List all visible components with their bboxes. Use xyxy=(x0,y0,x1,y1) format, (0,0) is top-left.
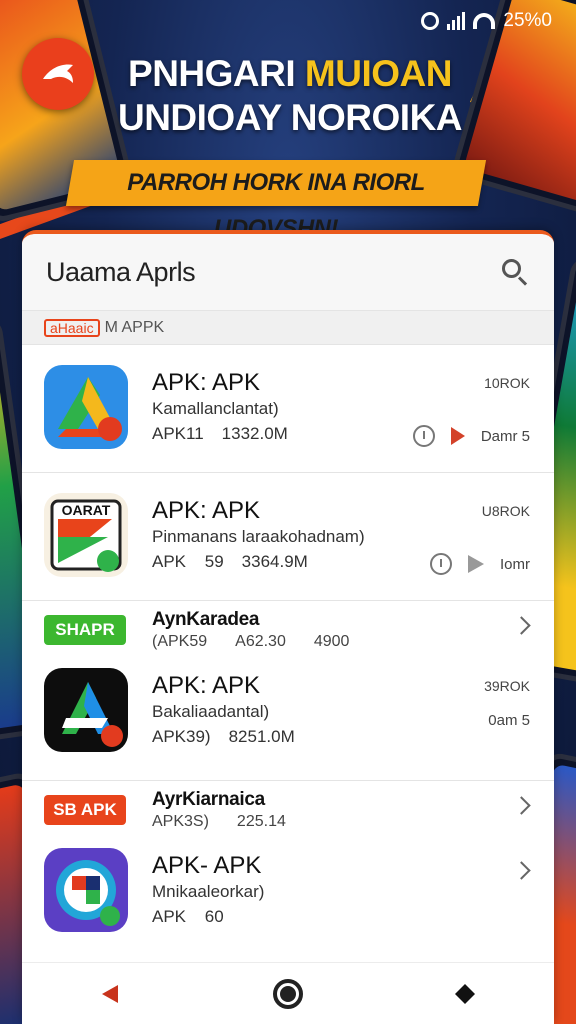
logo-icon xyxy=(22,38,94,110)
app-right-label: 10ROK xyxy=(484,375,530,391)
promo-headline: PNHGARI MUIOAN UNDIOAY NOROIKA xyxy=(110,52,470,140)
app-meta-label: APK11 xyxy=(152,424,204,443)
chevron-right-icon[interactable] xyxy=(512,861,531,880)
chevron-right-icon[interactable] xyxy=(512,616,531,635)
page-title: Uaama Aprls xyxy=(46,256,196,287)
app-icon xyxy=(44,668,128,752)
app-right-label: U8ROK xyxy=(481,503,530,519)
list-item[interactable]: APK: APK Kamallanclantat) APK11 1332.0M 1… xyxy=(22,344,554,472)
app-subtitle: Mnikaaleorkar) xyxy=(152,882,265,901)
app-meta-label: APK 59 xyxy=(152,552,224,571)
app-subtitle: Pinmanans laraakohadnam) xyxy=(152,527,365,546)
app-title: APK- APK xyxy=(152,852,262,879)
signal-icon xyxy=(447,12,466,30)
play-icon[interactable] xyxy=(450,427,465,445)
list-item[interactable]: APK- APK Mnikaaleorkar) APK 60 xyxy=(22,836,554,956)
app-meta: APK39) 8251.0M xyxy=(152,727,295,747)
app-meta-label: APK 60 xyxy=(152,907,224,926)
section-label: aHaaic M APPK xyxy=(22,310,554,344)
app-meta: APK 59 3364.9M xyxy=(152,552,308,572)
category-title: AyrKiarnaica xyxy=(152,789,265,810)
info-icon[interactable] xyxy=(430,553,452,575)
app-size: 3364.9M xyxy=(241,552,308,571)
svg-text:OARAT: OARAT xyxy=(62,502,111,518)
headline-line2: UNDIOAY NOROIKA xyxy=(117,97,463,138)
download-label[interactable]: 0am 5 xyxy=(488,712,530,729)
app-actions: Iomr xyxy=(430,553,530,575)
headline-word: PNHGARI xyxy=(128,53,296,94)
app-right-label: 39ROK xyxy=(484,678,530,694)
search-icon[interactable] xyxy=(500,257,530,287)
section-badge: aHaaic xyxy=(44,318,100,337)
bottom-navigation xyxy=(22,962,554,1024)
recent-icon[interactable] xyxy=(447,976,483,1012)
category-meta-b: A62.30 xyxy=(235,633,286,650)
download-label[interactable]: Iomr xyxy=(500,556,530,573)
category-meta-a: APK3S) xyxy=(152,813,209,830)
category-badge: SB APK xyxy=(44,795,126,825)
app-subtitle: Bakaliaadantal) xyxy=(152,702,270,721)
download-label[interactable]: Damr 5 xyxy=(481,428,530,445)
app-list-card: Uaama Aprls aHaaic M APPK APK: APK Kamal… xyxy=(22,230,554,1024)
battery-text: 25%0 xyxy=(503,10,552,31)
status-bar: 25%0 xyxy=(421,10,552,32)
list-item[interactable]: OARAT APK: APK Pinmanans laraakohadnam) … xyxy=(22,472,554,600)
app-icon xyxy=(44,848,128,932)
app-icon xyxy=(44,365,128,449)
promo-banner: PARROH HORK INA RIORL UDOVSHN! xyxy=(127,169,425,242)
chevron-right-icon[interactable] xyxy=(512,796,531,815)
category-meta-c: 4900 xyxy=(313,633,350,650)
app-meta: APK 60 xyxy=(152,907,224,927)
play-outline-icon[interactable] xyxy=(468,555,484,573)
home-icon[interactable] xyxy=(270,976,306,1012)
app-icon: OARAT xyxy=(44,493,128,577)
app-meta-label: APK39) xyxy=(152,727,211,746)
category-meta: APK3S) 225.14 xyxy=(152,813,286,831)
app-title: APK: APK xyxy=(152,369,261,396)
app-size: 1332.0M xyxy=(221,424,288,443)
settings-icon xyxy=(421,12,440,30)
card-header: Uaama Aprls xyxy=(22,234,554,310)
category-title: AynKaradea xyxy=(152,609,260,630)
app-actions: Damr 5 xyxy=(412,425,530,447)
app-subtitle: Kamallanclantat) xyxy=(152,399,279,418)
back-icon[interactable] xyxy=(93,976,129,1012)
category-meta-b: 225.14 xyxy=(236,813,286,830)
list-item[interactable]: APK: APK Bakaliaadantal) APK39) 8251.0M 3… xyxy=(22,656,554,780)
app-meta: APK11 1332.0M xyxy=(152,424,288,444)
wifi-icon xyxy=(473,13,496,29)
app-actions: 0am 5 xyxy=(488,712,530,729)
app-size: 8251.0M xyxy=(228,727,295,746)
headline-accent-word: MUIOAN xyxy=(304,53,453,94)
app-title: APK: APK xyxy=(152,672,261,699)
section-label-text: M APPK xyxy=(104,318,165,336)
info-icon[interactable] xyxy=(412,425,435,447)
category-badge: SHAPR xyxy=(44,615,126,645)
category-meta-a: (APK59 xyxy=(152,633,208,650)
app-title: APK: APK xyxy=(152,497,261,524)
category-row[interactable]: SB APK AyrKiarnaica APK3S) 225.14 xyxy=(22,780,554,836)
category-row[interactable]: SHAPR AynKaradea (APK59 A62.30 4900 xyxy=(22,600,554,656)
category-meta: (APK59 A62.30 4900 xyxy=(152,633,349,651)
